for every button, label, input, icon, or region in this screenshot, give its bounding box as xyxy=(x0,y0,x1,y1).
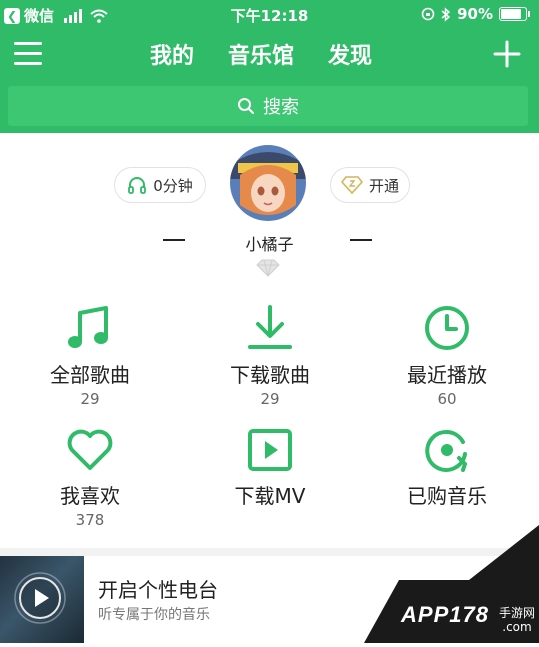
video-play-icon xyxy=(248,429,292,471)
favorites-item[interactable]: 我喜欢 378 xyxy=(10,428,170,529)
divider-dash-right xyxy=(350,239,372,241)
avatar-image xyxy=(230,145,306,221)
radio-thumbnail xyxy=(0,556,84,643)
avatar[interactable] xyxy=(230,145,306,221)
vip-open-pill[interactable]: 开通 xyxy=(330,167,410,203)
username[interactable]: 小橘子 xyxy=(0,231,539,255)
tab-music-hall[interactable]: 音乐馆 xyxy=(228,38,294,70)
clock-icon xyxy=(425,306,469,350)
downloaded-songs-count: 29 xyxy=(260,390,280,408)
battery-icon xyxy=(499,7,530,21)
menu-icon[interactable] xyxy=(14,42,42,66)
search-placeholder: 搜索 xyxy=(263,97,299,118)
app-header: ❮ 微信 下午12:18 90% 我的 音乐馆 发现 搜索 xyxy=(0,0,539,133)
downloaded-mv-label: 下载MV xyxy=(234,484,306,508)
recent-plays-count: 60 xyxy=(437,390,457,408)
search-bar[interactable]: 搜索 xyxy=(8,86,528,126)
lock-rotation-icon xyxy=(421,7,435,21)
section-divider xyxy=(0,548,539,556)
watermark-site-line1: 手游网 xyxy=(498,606,535,620)
vip-open-label: 开通 xyxy=(368,176,399,195)
radio-title: 开启个性电台 xyxy=(98,578,218,602)
recent-plays-item[interactable]: 最近播放 60 xyxy=(367,305,527,408)
plus-icon[interactable] xyxy=(493,40,521,68)
nav-tabs: 我的 音乐馆 发现 xyxy=(150,38,372,70)
radio-play-icon xyxy=(14,572,66,624)
watermark-site-line2: .com xyxy=(502,620,532,634)
tab-mine[interactable]: 我的 xyxy=(150,38,194,70)
listen-time-pill[interactable]: 0分钟 xyxy=(114,167,206,203)
status-bar: ❮ 微信 下午12:18 90% xyxy=(0,0,539,28)
navbar: 我的 音乐馆 发现 xyxy=(0,30,539,82)
downloaded-songs-label: 下载歌曲 xyxy=(230,363,310,387)
downloaded-songs-item[interactable]: 下载歌曲 29 xyxy=(190,305,350,408)
bluetooth-icon xyxy=(441,6,451,22)
tab-discover[interactable]: 发现 xyxy=(328,38,372,70)
music-note-icon xyxy=(68,306,108,348)
listen-time-label: 0分钟 xyxy=(153,176,193,195)
watermark-brand: APP178 xyxy=(401,602,489,627)
downloaded-mv-item[interactable]: 下载MV xyxy=(190,428,350,509)
level-diamond-icon[interactable] xyxy=(256,259,280,277)
purchased-music-label: 已购音乐 xyxy=(407,484,487,508)
purchased-music-item[interactable]: 已购音乐 xyxy=(367,428,527,509)
all-songs-item[interactable]: 全部歌曲 29 xyxy=(10,305,170,408)
all-songs-label: 全部歌曲 xyxy=(50,363,130,387)
recent-plays-label: 最近播放 xyxy=(407,363,487,387)
all-songs-count: 29 xyxy=(80,390,100,408)
watermark-site: 手游网 .com xyxy=(499,606,535,634)
search-icon xyxy=(238,98,254,114)
battery-percent: 90% xyxy=(457,5,493,23)
download-icon xyxy=(248,305,292,349)
profile-section: 0分钟 开通 小橘子 xyxy=(0,133,539,283)
heart-icon xyxy=(67,429,113,470)
vip-diamond-icon xyxy=(340,176,363,194)
headphones-icon xyxy=(128,177,147,194)
favorites-label: 我喜欢 xyxy=(60,484,120,508)
purchased-music-icon xyxy=(425,429,468,472)
radio-subtitle: 听专属于你的音乐 xyxy=(98,607,210,623)
favorites-count: 378 xyxy=(75,511,105,529)
